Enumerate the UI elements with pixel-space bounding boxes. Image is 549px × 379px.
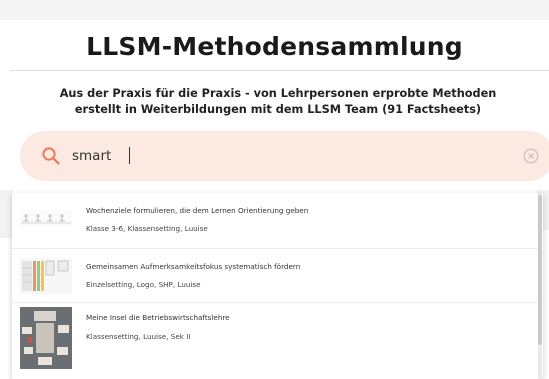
page-subtitle: Aus der Praxis für die Praxis - von Lehr… [59,87,497,116]
result-thumbnail [20,307,72,369]
result-thumbnail [20,210,72,226]
result-tags: Einzelsetting, Logo, SHP, Luuise [86,280,201,289]
result-item[interactable]: Wochenziele formulieren, die dem Lernen … [12,193,538,248]
result-tags: Klassensetting, Luuise, Sek II [86,332,191,341]
result-item[interactable]: Meine Insel die Betriebswirtschaftslehre… [12,302,538,379]
result-title[interactable]: Meine Insel die Betriebswirtschaftslehre [86,313,230,322]
result-title[interactable]: Wochenziele formulieren, die dem Lernen … [86,206,308,215]
page-title: LLSM-Methodensammlung [86,32,463,61]
result-tags: Klasse 3-6, Klassensetting, Luuise [86,224,208,233]
search-bar[interactable] [20,131,549,181]
text-cursor [129,147,130,164]
search-icon[interactable] [41,146,61,166]
result-item[interactable]: Gemeinsamen Aufmerksamkeitsfokus systema… [12,249,538,304]
title-divider [10,70,549,71]
result-thumbnail [20,258,72,294]
search-results-dropdown: Wochenziele formulieren, die dem Lernen … [12,193,543,379]
top-bar [0,0,549,20]
clear-icon[interactable] [523,148,539,164]
result-title[interactable]: Gemeinsamen Aufmerksamkeitsfokus systema… [86,262,300,271]
results-scrollbar-thumb[interactable] [538,195,542,345]
